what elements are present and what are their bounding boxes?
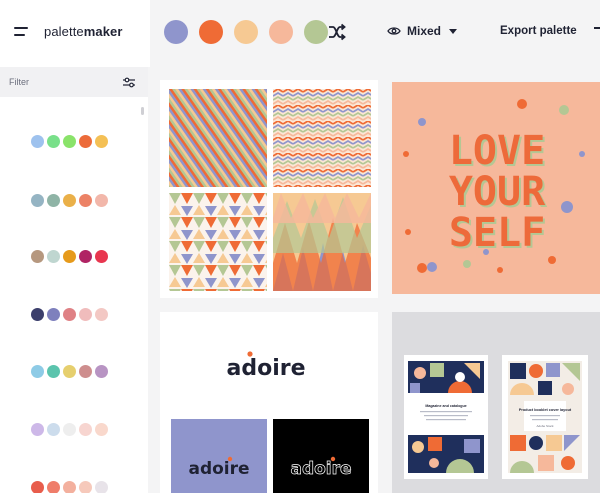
color-dot [63, 135, 76, 148]
color-dot [47, 365, 60, 378]
color-dot [79, 423, 92, 436]
poster-line-2: YOUR [449, 169, 546, 215]
color-dot [95, 423, 108, 436]
color-dot [63, 423, 76, 436]
brochure-right: Product booklet cover layout Adobe Stock [502, 355, 588, 479]
color-dot [63, 194, 76, 207]
color-dot [95, 135, 108, 148]
color-dot [31, 250, 44, 263]
diagonal-stripe-pattern [169, 89, 267, 187]
color-dot [95, 308, 108, 321]
brand-tile-lilac: adoire [171, 419, 267, 493]
brochure-card[interactable]: Magazine and catalogue Product booklet c… [392, 312, 600, 493]
logo[interactable]: palettemaker [44, 24, 123, 39]
brand-wordmark-white: adoire [226, 351, 306, 381]
brand-area: palettemaker [0, 0, 150, 67]
eye-icon [387, 27, 401, 35]
color-dot [47, 135, 60, 148]
sidebar-palette-7[interactable] [31, 481, 108, 493]
sidebar-scrollbar[interactable] [141, 107, 144, 115]
color-dot [47, 308, 60, 321]
sidebar-palette-6[interactable] [31, 423, 108, 436]
mode-label: Mixed [407, 24, 442, 38]
color-dot [31, 423, 44, 436]
brochure-right-title: Product booklet cover layout [519, 408, 572, 412]
sidebar-palette-3[interactable] [31, 250, 108, 263]
wordmark-text: adoire [226, 356, 305, 381]
poster-artwork: LOVE LOVE YOUR YOUR SELF SELF [403, 99, 585, 273]
sidebar-palette-1[interactable] [31, 135, 108, 148]
color-dot [79, 250, 92, 263]
brand-tile-black-art: adoire [290, 456, 352, 479]
brochure-right-foot: Adobe Stock [536, 424, 554, 428]
color-dot [47, 250, 60, 263]
brochure-left-title: Magazine and catalogue [425, 404, 466, 408]
mountain-pattern [273, 193, 371, 291]
color-dot [79, 365, 92, 378]
color-dot [63, 308, 76, 321]
color-dot [95, 250, 108, 263]
sliders-icon[interactable] [123, 77, 135, 88]
patterns-card[interactable] [160, 80, 378, 298]
color-dot [79, 135, 92, 148]
brochure-left-art: Magazine and catalogue [408, 361, 484, 473]
poster-card[interactable]: LOVE LOVE YOUR YOUR SELF SELF [392, 82, 600, 294]
palette-swatch-3[interactable] [234, 20, 258, 44]
color-dot [79, 481, 92, 493]
brand-card[interactable]: adoire adoire adoire [160, 312, 378, 493]
current-palette [164, 20, 328, 44]
color-dot [31, 308, 44, 321]
color-dot [63, 365, 76, 378]
logo-light: palette [44, 24, 84, 39]
color-dot [63, 481, 76, 493]
palette-swatch-4[interactable] [269, 20, 293, 44]
palette-swatch-1[interactable] [164, 20, 188, 44]
export-palette-button[interactable]: Export palette [500, 25, 577, 37]
palettemaker-app: palettemaker Mixed Export palette Filter… [0, 0, 600, 493]
color-dot [95, 194, 108, 207]
palette-swatch-2[interactable] [199, 20, 223, 44]
more-icon[interactable] [594, 27, 600, 29]
top-bar: palettemaker Mixed Export palette [0, 0, 600, 67]
sidebar-palette-5[interactable] [31, 365, 108, 378]
shuffle-icon[interactable] [327, 23, 347, 41]
color-dot [95, 365, 108, 378]
menu-icon[interactable] [14, 27, 28, 37]
poster-line-1: LOVE [449, 128, 545, 174]
color-dot [47, 481, 60, 493]
logo-bold: maker [83, 24, 123, 39]
color-dot [31, 135, 44, 148]
sidebar: Filter [0, 67, 148, 493]
color-dot [47, 423, 60, 436]
brand-tile-lilac-art: adoire [188, 456, 250, 479]
brand-tile-black: adoire [273, 419, 369, 493]
chevron-down-icon [449, 28, 458, 34]
wordmark-text: adoire [290, 459, 351, 479]
brochure-left: Magazine and catalogue [404, 355, 488, 479]
palette-swatch-5[interactable] [304, 20, 328, 44]
color-dot [31, 194, 44, 207]
triangle-pattern [169, 193, 267, 291]
zigzag-pattern [273, 89, 371, 187]
color-dot [79, 308, 92, 321]
color-dot [47, 194, 60, 207]
color-dot [31, 365, 44, 378]
mode-dropdown[interactable]: Mixed [387, 24, 458, 38]
color-dot [31, 481, 44, 493]
sidebar-palette-2[interactable] [31, 194, 108, 207]
poster-line-3: SELF [449, 210, 545, 256]
filter-bar[interactable]: Filter [0, 67, 148, 97]
sidebar-palette-4[interactable] [31, 308, 108, 321]
wordmark-text: adoire [188, 459, 249, 479]
color-dot [79, 194, 92, 207]
color-dot [95, 481, 108, 493]
filter-label: Filter [9, 77, 29, 87]
brochure-right-art: Product booklet cover layout Adobe Stock [508, 361, 582, 473]
color-dot [63, 250, 76, 263]
